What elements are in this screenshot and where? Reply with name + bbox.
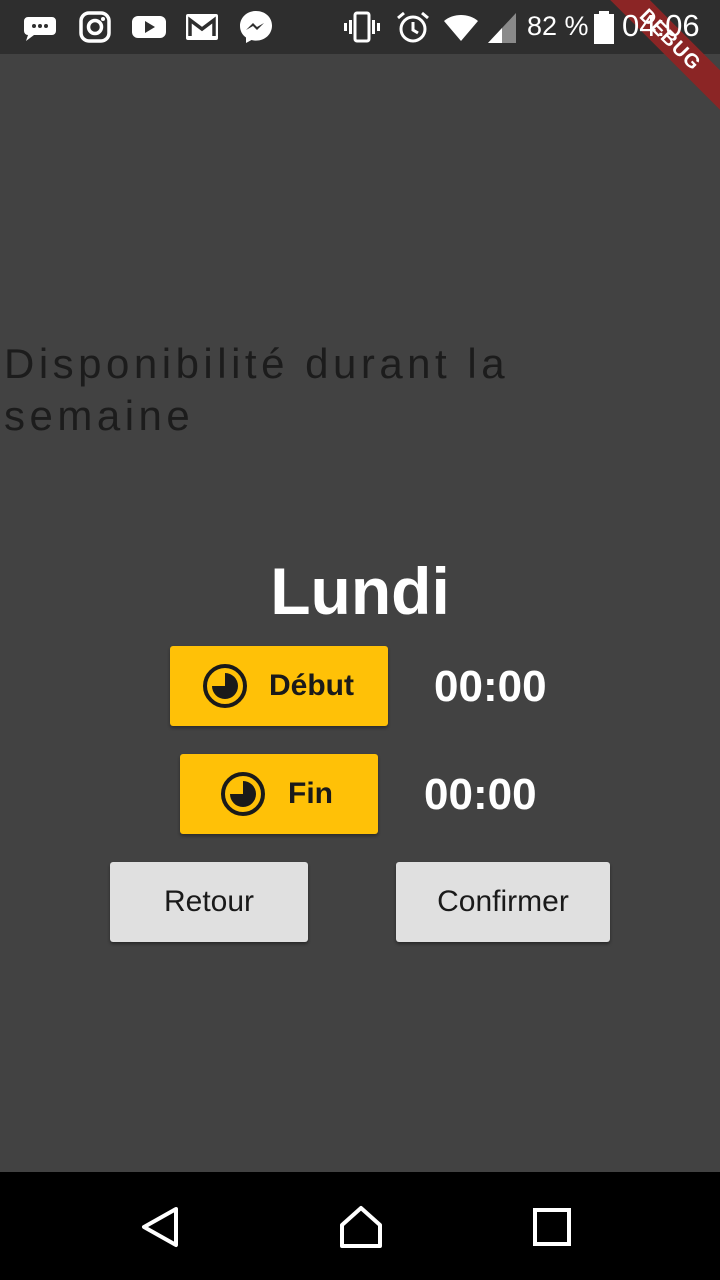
battery-icon <box>586 9 622 45</box>
signal-icon <box>484 9 520 45</box>
back-icon[interactable] <box>137 1204 183 1250</box>
start-time-button[interactable]: Début <box>170 646 388 726</box>
back-button[interactable]: Retour <box>110 862 308 942</box>
clock-icon <box>220 771 266 817</box>
start-button-label: Début <box>269 669 354 702</box>
day-title: Lundi <box>270 554 450 628</box>
youtube-icon <box>131 9 167 45</box>
home-icon[interactable] <box>338 1204 384 1250</box>
start-time-value: 00:00 <box>434 662 547 711</box>
recents-icon[interactable] <box>529 1204 575 1250</box>
messenger-icon <box>238 9 274 45</box>
status-clock: 04:06 <box>622 8 700 43</box>
confirm-button[interactable]: Confirmer <box>396 862 610 942</box>
instagram-icon <box>77 9 113 45</box>
page-heading: Disponibilité durant la semaine <box>4 340 510 439</box>
gmail-icon <box>184 9 220 45</box>
alarm-icon <box>395 9 431 45</box>
battery-percentage: 82 % <box>527 11 589 41</box>
end-time-button[interactable]: Fin <box>180 754 378 834</box>
clock-icon <box>202 663 248 709</box>
navigation-bar <box>0 1172 720 1280</box>
wifi-icon <box>443 9 479 45</box>
end-time-value: 00:00 <box>424 770 537 819</box>
status-bar: 82 % DEBUG 04:06 <box>0 0 720 125</box>
vibrate-icon <box>344 9 380 45</box>
messages-icon <box>22 9 58 45</box>
end-button-label: Fin <box>288 777 333 810</box>
